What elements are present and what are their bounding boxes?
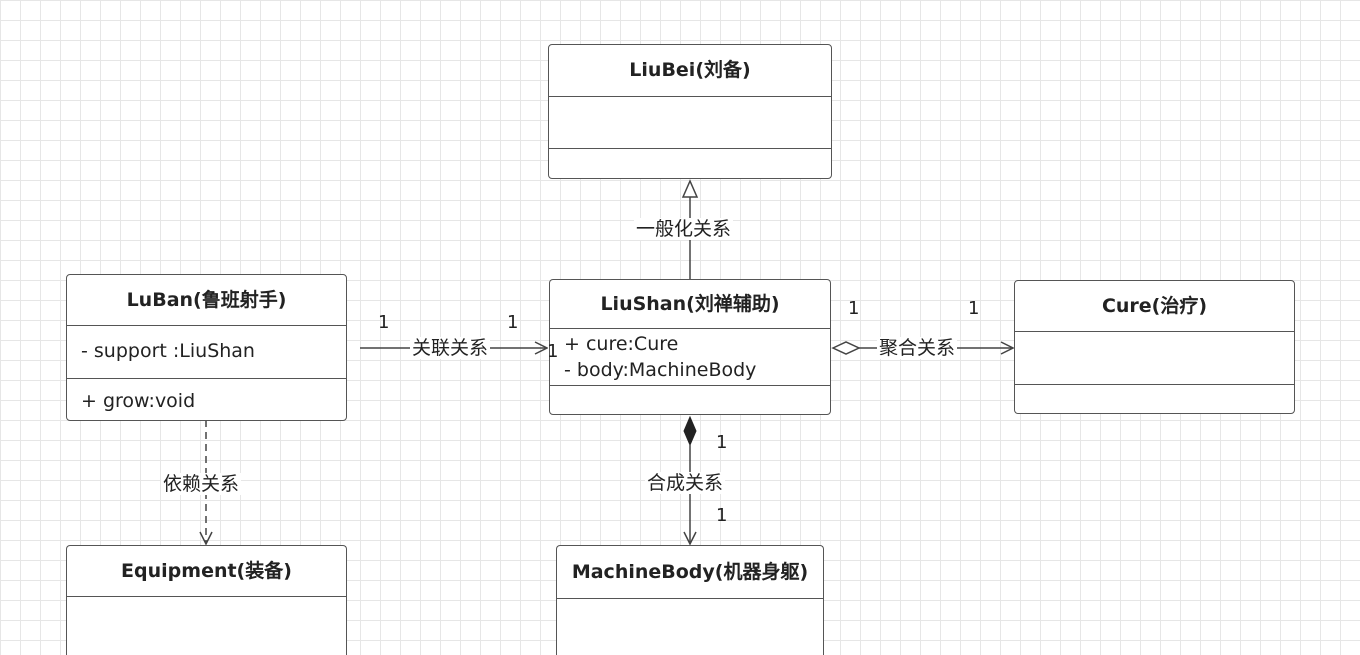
class-luban-methods: + grow:void [67, 379, 346, 419]
class-equipment-attributes [67, 597, 346, 655]
class-liubei-name: LiuBei(刘备) [549, 45, 831, 97]
class-equipment[interactable]: Equipment(装备) [66, 545, 347, 655]
class-equipment-name: Equipment(装备) [67, 546, 346, 597]
association-target-multiplicity: 1 [507, 312, 519, 333]
association-label: 关联关系 [410, 337, 491, 359]
aggregation-target-multiplicity: 1 [968, 298, 980, 319]
class-liubei[interactable]: LiuBei(刘备) [548, 44, 832, 179]
hollow-diamond-arrowhead [831, 341, 861, 355]
aggregation-source-multiplicity: 1 [848, 298, 860, 319]
class-liubei-attributes [549, 97, 831, 149]
class-cure-methods [1015, 385, 1294, 412]
hollow-triangle-arrowhead [681, 179, 699, 198]
class-cure-name: Cure(治疗) [1015, 281, 1294, 332]
class-luban-attributes: - support :LiuShan [67, 326, 346, 379]
aggregation-label: 聚合关系 [877, 337, 958, 359]
attribute-support: - support :LiuShan [81, 340, 255, 362]
attribute-cure: + cure:Cure [564, 333, 679, 355]
class-machinebody-attributes [557, 599, 823, 655]
method-grow: + grow:void [81, 390, 196, 412]
attribute-body: - body:MachineBody [564, 359, 757, 381]
dependency-label: 依赖关系 [161, 473, 242, 495]
filled-diamond-arrowhead [683, 415, 697, 447]
class-machinebody-name: MachineBody(机器身躯) [557, 546, 823, 599]
class-cure[interactable]: Cure(治疗) [1014, 280, 1295, 414]
class-luban[interactable]: LuBan(鲁班射手) - support :LiuShan + grow:vo… [66, 274, 347, 421]
class-liushan-attributes: + cure:Cure - body:MachineBody [550, 329, 830, 386]
association-source-multiplicity: 1 [378, 312, 390, 333]
composition-label: 合成关系 [645, 472, 726, 494]
class-liushan[interactable]: LiuShan(刘禅辅助) + cure:Cure - body:Machine… [549, 279, 831, 415]
class-machinebody[interactable]: MachineBody(机器身躯) [556, 545, 824, 655]
composition-target-multiplicity: 1 [716, 505, 728, 526]
class-cure-attributes [1015, 332, 1294, 385]
class-luban-name: LuBan(鲁班射手) [67, 275, 346, 326]
class-liushan-methods [550, 386, 830, 413]
class-liubei-methods [549, 149, 831, 177]
composition-source-multiplicity: 1 [716, 432, 728, 453]
association-extra-multiplicity: 1 [547, 341, 559, 362]
class-liushan-name: LiuShan(刘禅辅助) [550, 280, 830, 329]
generalization-label: 一般化关系 [634, 218, 734, 240]
